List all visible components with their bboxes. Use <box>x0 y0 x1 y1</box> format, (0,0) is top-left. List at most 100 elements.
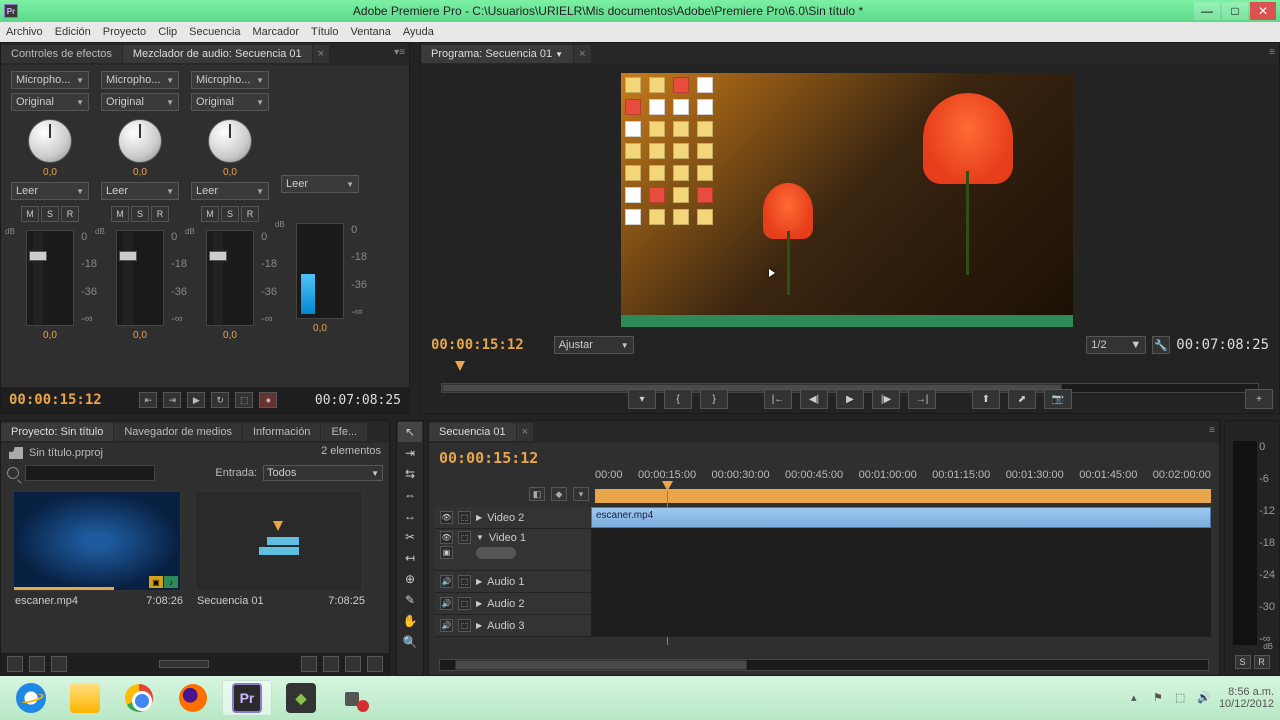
mark-in-button[interactable]: { <box>664 389 692 409</box>
track-lock[interactable]: ⬚ <box>458 511 471 524</box>
automation-select-3[interactable]: Leer▼ <box>191 182 269 200</box>
program-ruler[interactable] <box>441 361 1259 381</box>
icon-view-button[interactable] <box>29 656 45 672</box>
solo-button-2[interactable]: S <box>131 206 149 222</box>
tab-effect-controls[interactable]: Controles de efectos <box>1 45 122 63</box>
mute-button-1[interactable]: M <box>21 206 39 222</box>
new-bin-button[interactable] <box>323 656 339 672</box>
program-playhead-icon[interactable] <box>455 361 465 371</box>
search-input[interactable] <box>25 465 155 481</box>
master-record-button[interactable]: R <box>1254 655 1270 669</box>
marker-button[interactable]: ◆ <box>551 487 567 501</box>
tab-sequence[interactable]: Secuencia 01 <box>429 423 516 441</box>
collapse-icon[interactable]: ▶ <box>476 621 482 630</box>
project-item-video[interactable]: ▣♪ escaner.mp47:08:26 <box>13 491 185 643</box>
add-marker-button[interactable]: ▾ <box>628 389 656 409</box>
menu-clip[interactable]: Clip <box>158 26 177 38</box>
thumbnail-size-slider[interactable] <box>159 660 209 668</box>
timeline-scrollbar[interactable] <box>439 659 1209 671</box>
slide-tool[interactable]: ⊕ <box>398 569 422 589</box>
menu-archivo[interactable]: Archivo <box>6 26 43 38</box>
tray-flag-icon[interactable]: ⚑ <box>1153 691 1167 705</box>
sort-button[interactable] <box>51 656 67 672</box>
tab-info[interactable]: Información <box>243 423 320 441</box>
work-area-bar[interactable] <box>595 489 1211 503</box>
selection-tool[interactable]: ↖ <box>398 422 422 442</box>
goto-in-button[interactable]: |← <box>764 389 792 409</box>
input-select-2[interactable]: Micropho...▼ <box>101 71 179 89</box>
item-thumbnail[interactable]: ▣♪ <box>13 491 181 591</box>
project-item-sequence[interactable]: Secuencia 017:08:25 <box>195 491 367 643</box>
tab-effects[interactable]: Efe... <box>321 423 367 441</box>
tray-network-icon[interactable]: ⬚ <box>1175 691 1189 705</box>
delete-button[interactable] <box>367 656 383 672</box>
rolling-edit-tool[interactable]: ⇔ <box>398 485 422 505</box>
record-button-2[interactable]: R <box>151 206 169 222</box>
track-lock[interactable]: ⬚ <box>458 597 471 610</box>
record-button[interactable]: ● <box>259 392 277 408</box>
timeline-clip[interactable]: escaner.mp4 <box>591 507 1211 528</box>
track-body-a2[interactable] <box>591 593 1211 614</box>
original-select-3[interactable]: Original▼ <box>191 93 269 111</box>
panel-menu-icon[interactable]: ▾≡ <box>394 47 405 58</box>
input-select-1[interactable]: Micropho...▼ <box>11 71 89 89</box>
close-button[interactable]: ✕ <box>1250 2 1276 20</box>
hand-tool[interactable]: ✋ <box>398 611 422 631</box>
mute-button-3[interactable]: M <box>201 206 219 222</box>
solo-button-1[interactable]: S <box>41 206 59 222</box>
fader-handle-2[interactable] <box>119 251 137 261</box>
pan-knob-1[interactable] <box>28 119 72 163</box>
taskbar-camtasia[interactable] <box>330 680 380 716</box>
goto-in-button[interactable]: ⇤ <box>139 392 157 408</box>
menu-proyecto[interactable]: Proyecto <box>103 26 146 38</box>
tray-chevron-icon[interactable]: ▴ <box>1131 691 1145 705</box>
lift-button[interactable]: ⬆ <box>972 389 1000 409</box>
fit-select[interactable]: Ajustar▼ <box>554 336 634 354</box>
track-toggle-output[interactable]: 👁 <box>440 511 453 524</box>
record-button-3[interactable]: R <box>241 206 259 222</box>
track-mute[interactable]: 🔊 <box>440 575 453 588</box>
original-select-1[interactable]: Original▼ <box>11 93 89 111</box>
tab-sequence-close-icon[interactable]: × <box>517 423 533 441</box>
button-editor-button[interactable]: + <box>1245 389 1273 409</box>
pan-knob-2[interactable] <box>118 119 162 163</box>
record-button-1[interactable]: R <box>61 206 79 222</box>
collapse-icon[interactable]: ▶ <box>476 513 482 522</box>
track-body-a1[interactable] <box>591 571 1211 592</box>
menu-ventana[interactable]: Ventana <box>351 26 391 38</box>
snap-button[interactable]: ◧ <box>529 487 545 501</box>
tab-program-close-icon[interactable]: × <box>574 45 590 63</box>
track-mute[interactable]: 🔊 <box>440 597 453 610</box>
list-view-button[interactable] <box>7 656 23 672</box>
track-select-tool[interactable]: ⇥ <box>398 443 422 463</box>
item-thumbnail[interactable] <box>195 491 363 591</box>
find-button[interactable] <box>301 656 317 672</box>
taskbar-app-1[interactable]: ◆ <box>276 680 326 716</box>
new-item-button[interactable] <box>345 656 361 672</box>
timeline-panel-menu-icon[interactable]: ≡ <box>1209 425 1215 436</box>
entry-filter-select[interactable]: Todos▼ <box>263 465 383 481</box>
fader-handle-3[interactable] <box>209 251 227 261</box>
mute-button-2[interactable]: M <box>111 206 129 222</box>
zoom-select[interactable]: 1/2▼ <box>1086 336 1146 354</box>
menu-marcador[interactable]: Marcador <box>253 26 299 38</box>
collapse-icon[interactable]: ▼ <box>476 533 484 542</box>
master-solo-button[interactable]: S <box>1235 655 1251 669</box>
track-lock[interactable]: ⬚ <box>458 619 471 632</box>
track-target[interactable]: ▣ <box>440 546 453 559</box>
collapse-icon[interactable]: ▶ <box>476 577 482 586</box>
pen-tool[interactable]: ✎ <box>398 590 422 610</box>
razor-tool[interactable]: ✂ <box>398 527 422 547</box>
step-forward-button[interactable]: |▶ <box>872 389 900 409</box>
pan-knob-3[interactable] <box>208 119 252 163</box>
menu-secuencia[interactable]: Secuencia <box>189 26 240 38</box>
track-lock[interactable]: ⬚ <box>458 575 471 588</box>
sync-lock-button[interactable]: ▾ <box>573 487 589 501</box>
solo-button-3[interactable]: S <box>221 206 239 222</box>
fader-handle-1[interactable] <box>29 251 47 261</box>
automation-select-master[interactable]: Leer▼ <box>281 175 359 193</box>
program-timecode[interactable]: 00:00:15:12 <box>431 337 524 353</box>
minimize-button[interactable]: — <box>1194 2 1220 20</box>
automation-select-2[interactable]: Leer▼ <box>101 182 179 200</box>
taskbar-premiere[interactable]: Pr <box>222 680 272 716</box>
